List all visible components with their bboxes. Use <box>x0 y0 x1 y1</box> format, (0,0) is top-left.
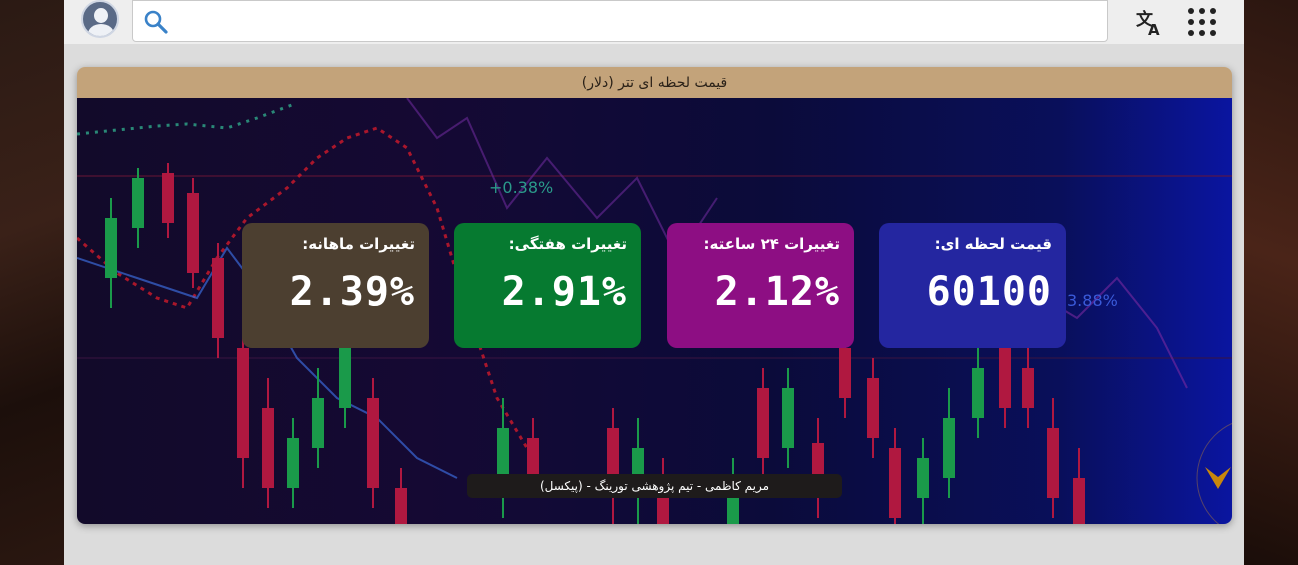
card-title: قیمت لحظه ای تتر (دلار) <box>581 74 728 91</box>
image-credit: مریم کاظمی - تیم پژوهشی تورینگ - (پیکسل) <box>467 474 842 498</box>
tile-monthly-change: تغییرات ماهانه: 2.39% <box>242 223 429 348</box>
search-input[interactable] <box>173 7 1097 37</box>
translate-icon[interactable]: 文 A <box>1134 6 1166 38</box>
tile-value: 2.39% <box>289 269 415 315</box>
tile-current-price: قیمت لحظه ای: 60100 <box>879 223 1066 348</box>
background-left <box>0 0 64 565</box>
tile-value: 60100 <box>926 269 1052 315</box>
search-icon[interactable] <box>143 9 169 35</box>
avatar-head <box>94 8 108 23</box>
tile-value: 2.12% <box>714 269 840 315</box>
bg-percent-label: 3.88% <box>1067 291 1118 310</box>
tile-24h-change: تغییرات ۲۴ ساعته: 2.12% <box>667 223 854 348</box>
user-avatar-icon[interactable] <box>81 0 119 38</box>
card-header: قیمت لحظه ای تتر (دلار) <box>77 67 1232 98</box>
tile-label: تغییرات هفتگی: <box>508 235 627 253</box>
credit-text: مریم کاظمی - تیم پژوهشی تورینگ - (پیکسل) <box>539 479 770 493</box>
avatar-body <box>88 24 114 36</box>
bg-percent-label: +0.38% <box>489 178 553 197</box>
tile-label: تغییرات ماهانه: <box>302 235 415 253</box>
tile-value: 2.91% <box>501 269 627 315</box>
chevron-down-icon[interactable] <box>1203 463 1233 493</box>
apps-grid-icon[interactable] <box>1188 8 1216 36</box>
background-right <box>1244 0 1298 565</box>
search-box[interactable] <box>132 0 1108 42</box>
tile-label: قیمت لحظه ای: <box>934 235 1052 253</box>
svg-text:A: A <box>1148 21 1160 38</box>
tile-label: تغییرات ۲۴ ساعته: <box>703 235 840 253</box>
tile-weekly-change: تغییرات هفتگی: 2.91% <box>454 223 641 348</box>
